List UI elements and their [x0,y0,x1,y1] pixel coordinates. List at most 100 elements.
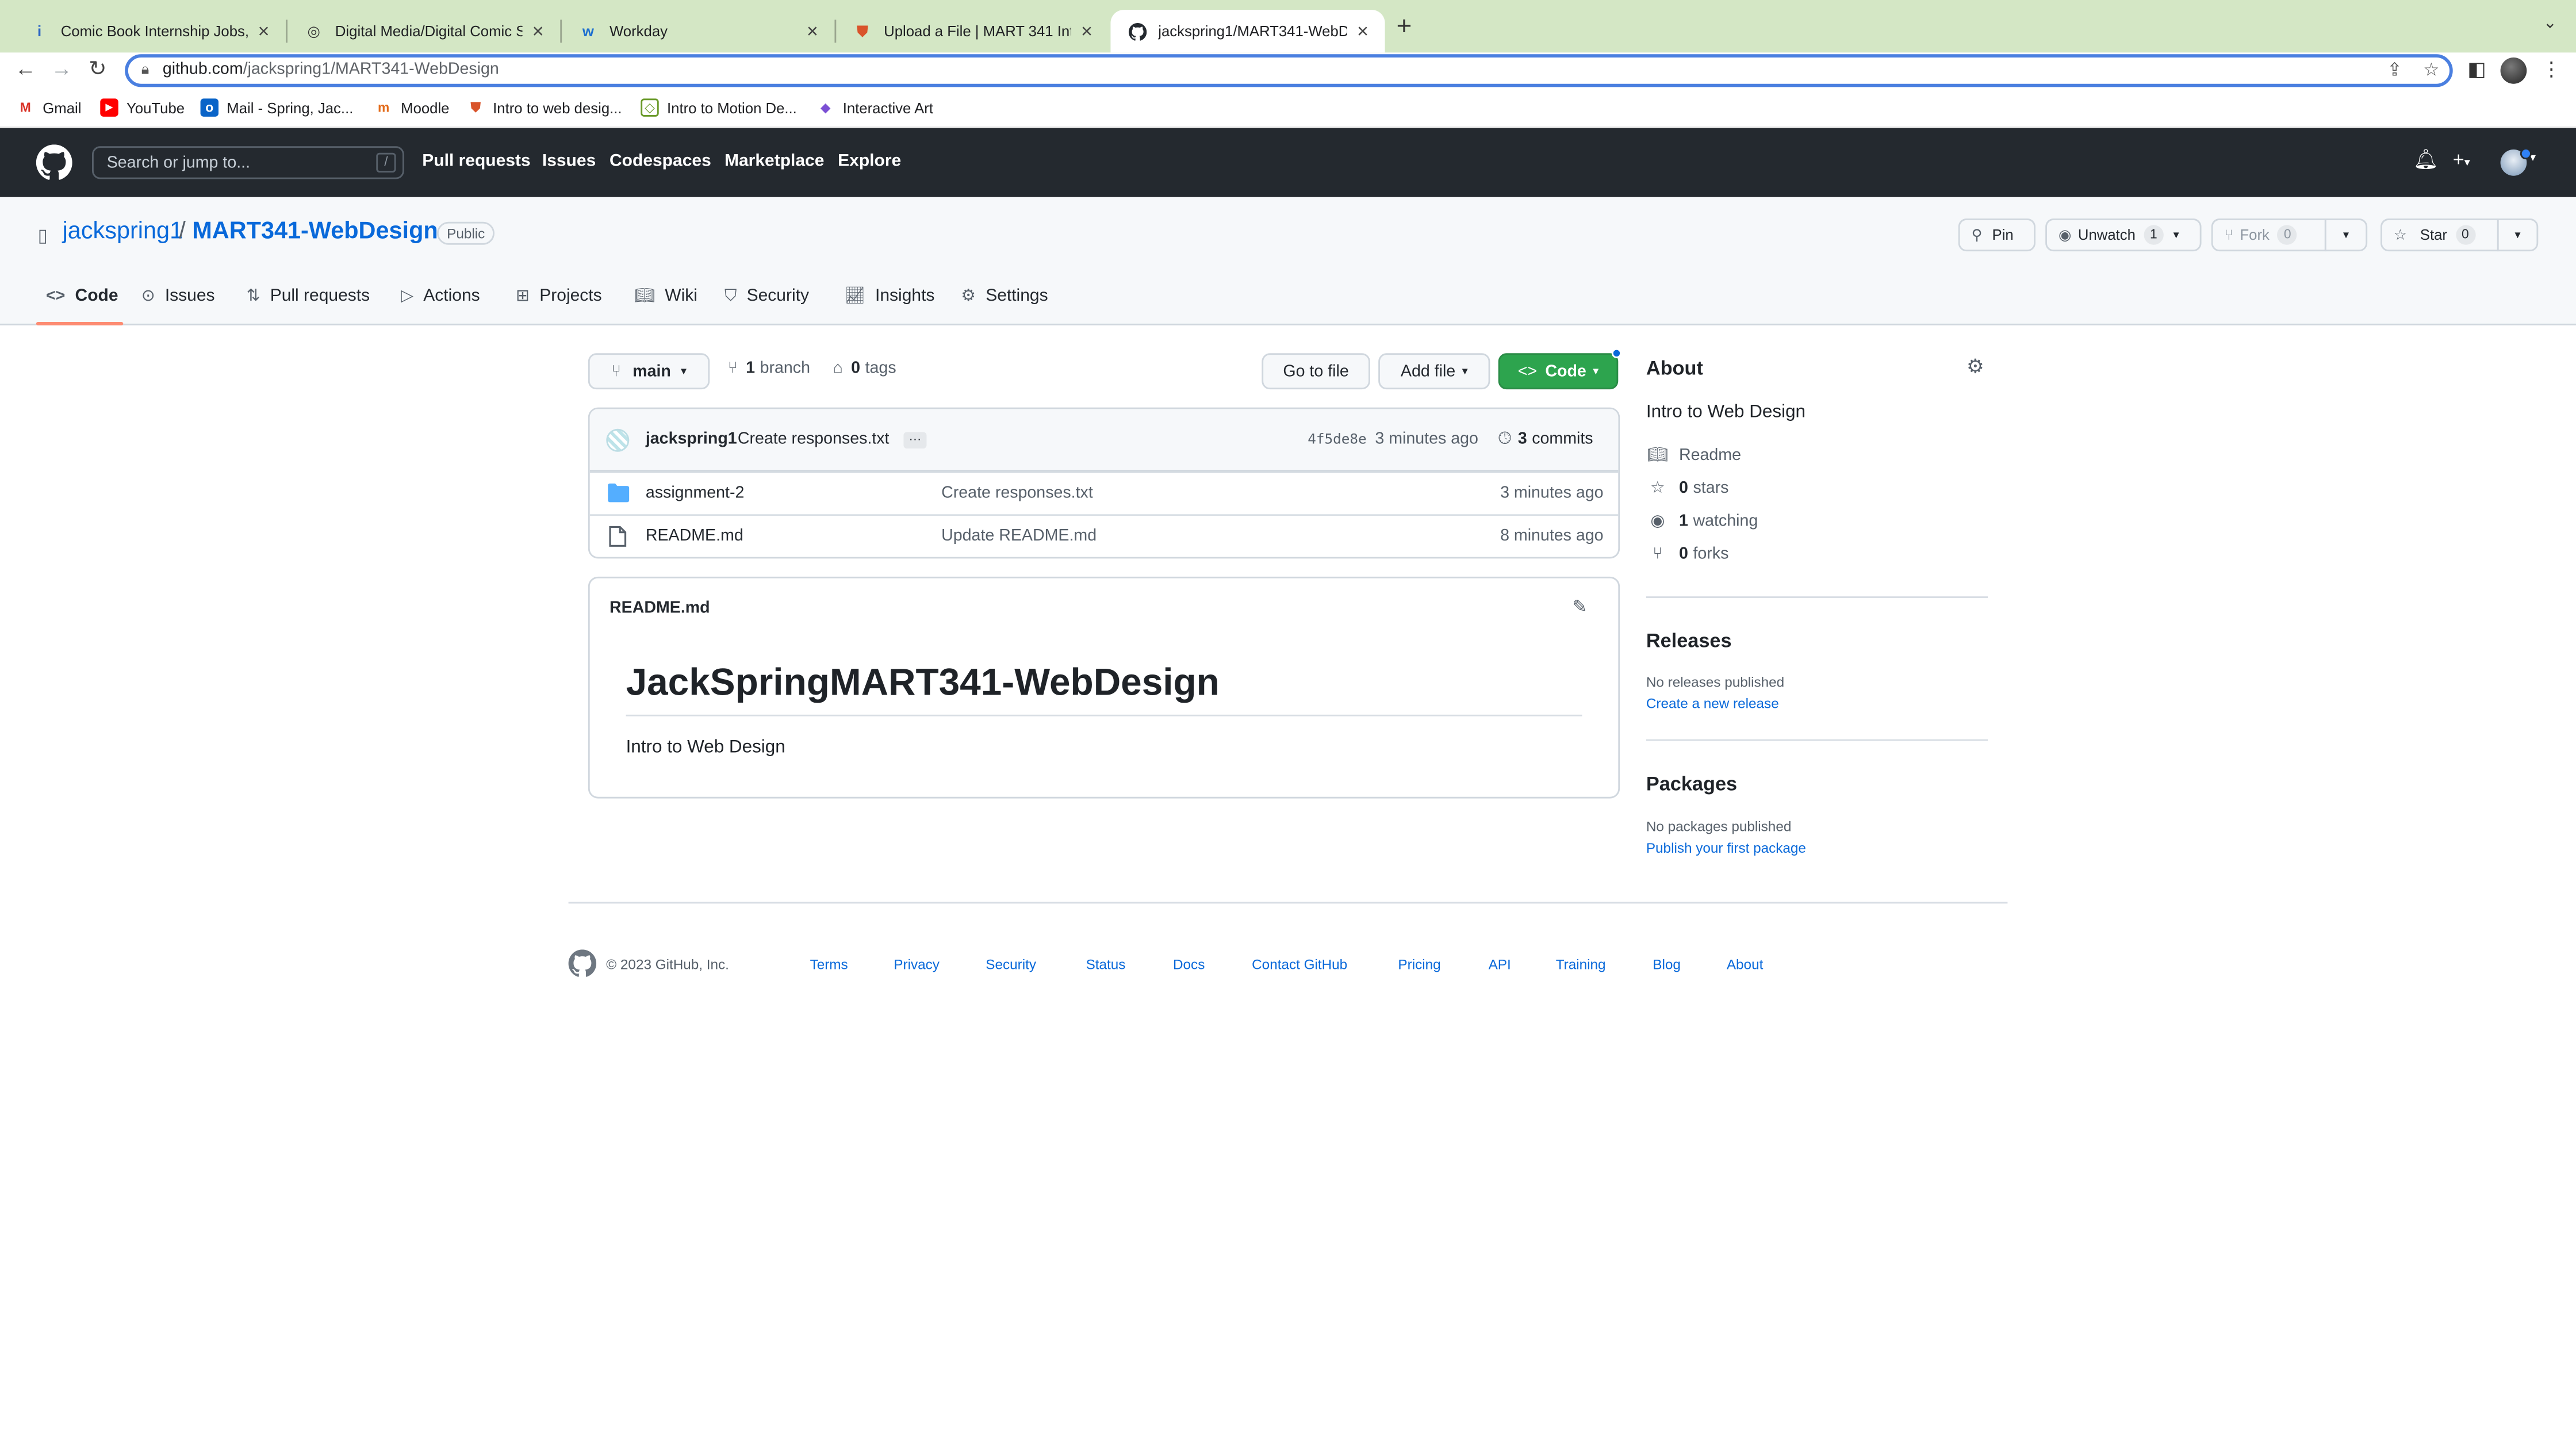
back-arrow-icon[interactable]: ← [15,56,36,80]
new-tab-icon[interactable]: + [1397,13,1412,43]
go-to-file-button[interactable]: Go to file [1262,353,1370,390]
footer-link-training[interactable]: Training [1556,956,1606,973]
commits-history-link[interactable]: 🕓︎ 3 commits [1498,431,1593,448]
tab-settings[interactable]: ⚙ Settings [961,286,1048,305]
address-bar[interactable]: 🔒︎ github.com/jackspring1/MART341-WebDes… [125,54,2453,87]
close-icon[interactable]: × [258,20,270,43]
branch-select-button[interactable]: ⑂ main ▾ [588,353,710,390]
fork-button[interactable]: ⑂ Fork 0 [2211,218,2326,252]
nav-issues[interactable]: Issues [542,151,596,171]
footer-link-terms[interactable]: Terms [810,956,848,973]
kebab-menu-icon[interactable]: ⋮ [2542,57,2561,80]
github-logo-icon[interactable] [36,144,72,181]
forward-arrow-icon[interactable]: → [51,56,72,80]
footer-link-about[interactable]: About [1727,956,1763,973]
footer-link-contact[interactable]: Contact GitHub [1252,956,1347,973]
footer-link-api[interactable]: API [1489,956,1511,973]
code-button[interactable]: <> Code ▾ [1498,353,1619,390]
watchers-link[interactable]: ◉ 1 watching [1646,512,1758,530]
footer-divider [568,902,2008,904]
plus-dropdown-icon[interactable]: +▾ [2453,148,2470,171]
tab-security[interactable]: ⛉ Security [724,286,809,305]
fork-dropdown-button[interactable]: ▾ [2324,218,2368,252]
commit-sha-link[interactable]: 4f5de8e [1308,432,1366,448]
branches-link[interactable]: ⑂ 1 branch [728,360,810,378]
browser-tab[interactable]: ⛊ Upload a File | MART 341 Intro × [836,10,1109,52]
tab-insights[interactable]: 📈︎ Insights [845,286,935,305]
tab-pull-requests[interactable]: ⇅ Pull requests [247,286,370,305]
bookmark-star-icon[interactable]: ☆ [2423,59,2439,80]
bell-icon[interactable]: 🔔︎ [2413,148,2439,171]
browser-tab[interactable]: i Comic Book Internship Jobs, E × [13,10,286,52]
footer-link-privacy[interactable]: Privacy [894,956,940,973]
tags-link[interactable]: ⌂ 0 tags [833,360,896,378]
create-release-link[interactable]: Create a new release [1646,695,1779,712]
file-commit-message-link[interactable]: Update README.md [941,527,1097,545]
tab-issues[interactable]: ⊙ Issues [141,286,215,305]
readme-filename[interactable]: README.md [610,600,710,618]
reload-icon[interactable]: ↻ [89,56,106,82]
bookmark-intro-motion[interactable]: ◇ Intro to Motion De... [641,98,797,117]
unwatch-button[interactable]: ◉ Unwatch 1 ▾ [2045,218,2202,252]
side-panel-icon[interactable]: ◧ [2467,57,2486,80]
footer-link-docs[interactable]: Docs [1173,956,1205,973]
tab-wiki[interactable]: 📖︎ Wiki [634,286,697,305]
repo-name-link[interactable]: MART341-WebDesign [192,218,438,245]
tab-projects[interactable]: ⊞ Projects [516,286,602,305]
browser-tab[interactable]: w Workday × [562,10,834,52]
footer-link-blog[interactable]: Blog [1653,956,1681,973]
footer-link-security[interactable]: Security [986,956,1036,973]
gear-icon[interactable]: ⚙ [1966,355,1984,378]
watch-count: 1 [2144,225,2164,245]
nav-pull-requests[interactable]: Pull requests [422,151,530,171]
forks-link[interactable]: ⑂ 0 forks [1646,546,1728,564]
star-count: 0 [2455,225,2475,245]
stars-link[interactable]: ☆ 0 stars [1646,480,1728,497]
table-row[interactable]: assignment-2 Create responses.txt 3 minu… [589,471,1619,514]
add-file-button[interactable]: Add file ▾ [1378,353,1490,390]
nav-explore[interactable]: Explore [838,151,901,171]
close-icon[interactable]: × [1081,20,1092,43]
close-icon[interactable]: × [1357,20,1368,43]
commit-time: 3 minutes ago [1375,430,1478,448]
star-button[interactable]: ☆ Star 0 [2380,218,2499,252]
bookmark-youtube[interactable]: ▶ YouTube [100,98,185,117]
publish-package-link[interactable]: Publish your first package [1646,839,1806,856]
readme-link[interactable]: 📖︎ Readme [1646,447,1741,465]
browser-tab[interactable]: ◎ Digital Media/Digital Comic Sa × [288,10,560,52]
releases-heading[interactable]: Releases [1646,629,1732,652]
commit-author-link[interactable]: jackspring1 [646,431,737,448]
footer-link-pricing[interactable]: Pricing [1398,956,1440,973]
bookmark-gmail[interactable]: M Gmail [17,98,82,116]
commit-message-link[interactable]: Create responses.txt [738,431,890,448]
bookmark-intro-web[interactable]: ⛊ Intro to web desig... [466,98,622,116]
table-row[interactable]: README.md Update README.md 8 minutes ago [589,514,1619,557]
tab-code[interactable]: <> Code [46,286,118,305]
pencil-edit-icon[interactable]: ✎ [1572,596,1587,618]
close-icon[interactable]: × [807,20,818,43]
pin-button[interactable]: ⚲ Pin [1958,218,2035,252]
bookmark-mail[interactable]: o Mail - Spring, Jac... [200,98,353,117]
commit-expand-button[interactable]: … [903,430,927,448]
bookmark-moodle[interactable]: m Moodle [374,98,450,116]
nav-marketplace[interactable]: Marketplace [724,151,824,171]
repo-owner-link[interactable]: jackspring1 [63,218,183,245]
close-icon[interactable]: × [532,20,544,43]
search-input[interactable]: Search or jump to... / [92,146,404,179]
file-commit-message-link[interactable]: Create responses.txt [941,485,1093,503]
profile-avatar[interactable] [2500,57,2527,84]
chevron-down-icon[interactable]: ⌄ [2543,15,2557,33]
browser-tab-active[interactable]: jackspring1/MART341-WebDes × [1110,10,1385,53]
packages-heading[interactable]: Packages [1646,772,1737,795]
footer-link-status[interactable]: Status [1086,956,1126,973]
star-dropdown-button[interactable]: ▾ [2497,218,2539,252]
nav-codespaces[interactable]: Codespaces [610,151,711,171]
share-icon[interactable]: ⇪ [2387,59,2402,80]
tab-actions[interactable]: ▷ Actions [401,286,480,305]
bookmark-interactive-art[interactable]: ◆ Interactive Art [816,98,933,116]
file-name-link[interactable]: assignment-2 [646,485,745,503]
file-name-link[interactable]: README.md [646,527,743,545]
github-logo-icon[interactable] [568,949,597,977]
address-bar-url: github.com/jackspring1/MART341-WebDesign [163,61,499,79]
commit-author-avatar[interactable] [606,428,630,452]
